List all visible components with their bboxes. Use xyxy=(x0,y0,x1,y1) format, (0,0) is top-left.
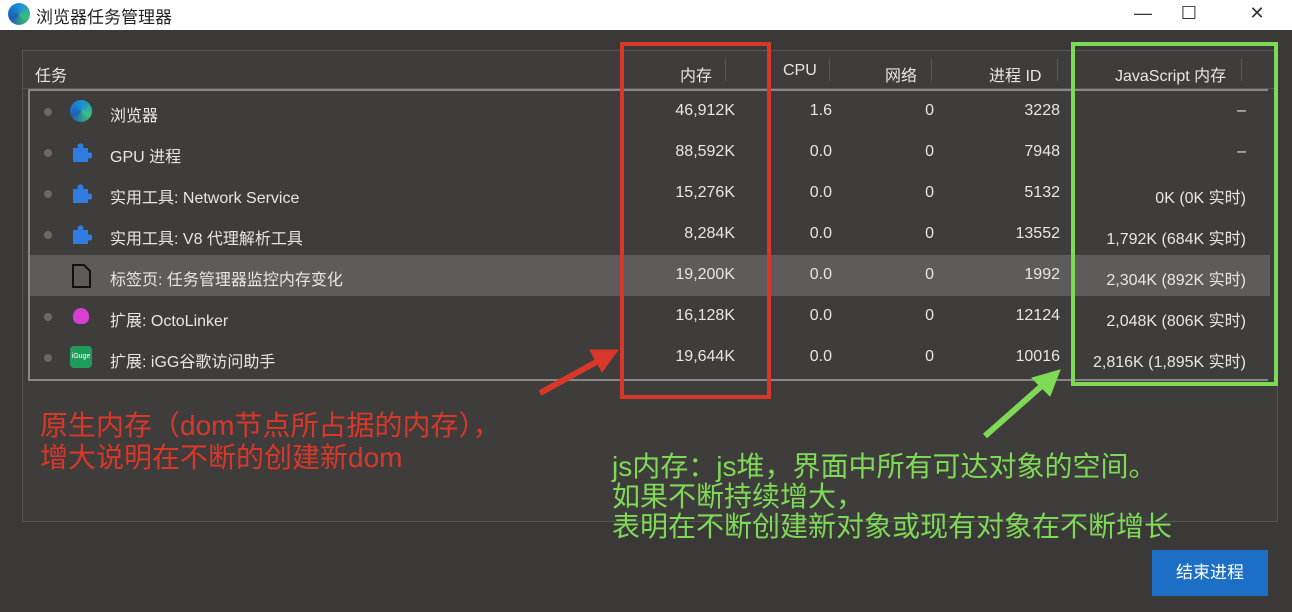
end-process-button[interactable]: 结束进程 xyxy=(1152,550,1268,596)
green-annotation-line: js内存：js堆，界面中所有可达对象的空间。 xyxy=(612,451,1157,482)
green-annotation-line: 如果不断持续增大， xyxy=(612,481,865,512)
green-arrow xyxy=(983,369,1061,439)
green-annotation: js内存：js堆，界面中所有可达对象的空间。 如果不断持续增大， 表明在不断创建… xyxy=(612,452,1172,542)
red-annotation: 原生内存（dom节点所占据的内存）， 增大说明在不断的创建新dom xyxy=(40,410,500,474)
red-arrow xyxy=(538,349,619,396)
red-annotation-line: 原生内存（dom节点所占据的内存）， xyxy=(40,410,501,441)
red-annotation-line: 增大说明在不断的创建新dom xyxy=(40,442,403,473)
green-annotation-line: 表明在不断创建新对象或现有对象在不断增长 xyxy=(612,511,1173,542)
